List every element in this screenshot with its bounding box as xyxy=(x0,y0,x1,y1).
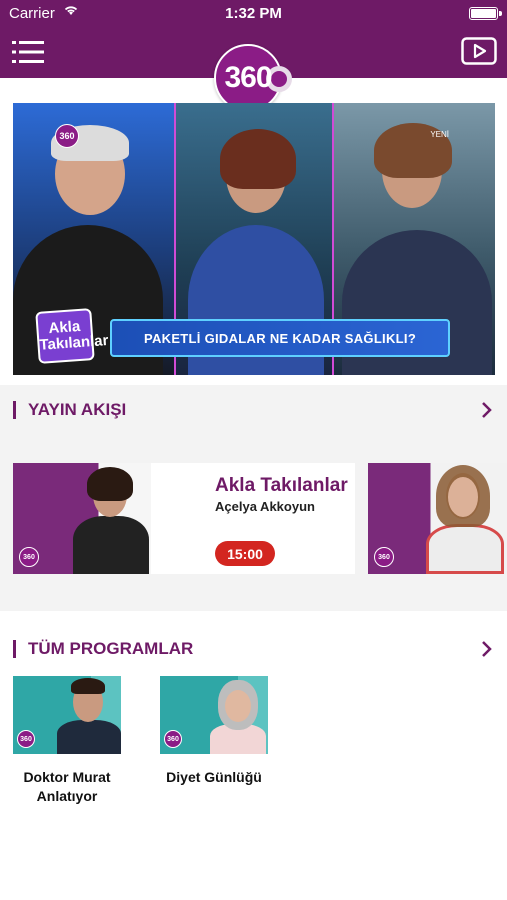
program-item[interactable]: 360 Diyet Günlüğü xyxy=(160,676,296,787)
schedule-card-next-badge: 360 xyxy=(374,547,394,567)
hero-corner-text: YENİ xyxy=(430,130,449,139)
section-accent-bar xyxy=(13,640,16,658)
schedule-card-next-thumbnail: 360 xyxy=(368,463,507,574)
hero-channel-badge: 360 xyxy=(55,124,79,148)
chevron-right-icon[interactable] xyxy=(480,399,494,421)
programs-header[interactable]: TÜM PROGRAMLAR xyxy=(13,638,494,660)
channel-logo[interactable]: 360 xyxy=(214,44,292,112)
hamburger-menu-icon[interactable] xyxy=(12,40,44,64)
schedule-show-title: Akla Takılanlar xyxy=(215,475,348,496)
program-badge: 360 xyxy=(164,730,182,748)
schedule-card-badge: 360 xyxy=(19,547,39,567)
hero-caption: PAKETLİ GIDALAR NE KADAR SAĞLIKLI? xyxy=(110,319,450,357)
schedule-title: YAYIN AKIŞI xyxy=(28,400,127,419)
program-badge: 360 xyxy=(17,730,35,748)
logo-text: 360 xyxy=(224,61,272,94)
hero-video[interactable]: 360 YENİ Akla Takılanlar PAKETLİ GIDALAR… xyxy=(13,103,495,375)
programs-title: TÜM PROGRAMLAR xyxy=(28,639,194,658)
schedule-time-badge: 15:00 xyxy=(215,541,275,566)
schedule-card-thumbnail: 360 xyxy=(13,463,151,574)
clock: 1:32 PM xyxy=(225,5,282,22)
program-thumbnail: 360 xyxy=(160,676,268,754)
schedule-header[interactable]: YAYIN AKIŞI xyxy=(13,399,494,421)
program-thumbnail: 360 xyxy=(13,676,121,754)
schedule-show-host: Açelya Akkoyun xyxy=(215,499,315,514)
program-name: Doktor Murat Anlatıyor xyxy=(23,769,111,804)
chevron-right-icon[interactable] xyxy=(480,638,494,660)
schedule-card[interactable]: 360 Akla Takılanlar Açelya Akkoyun 15:00 xyxy=(13,463,355,574)
status-bar: Carrier 1:32 PM xyxy=(0,0,507,28)
schedule-card-next[interactable]: 360 xyxy=(368,463,507,574)
program-name: Diyet Günlüğü xyxy=(166,769,262,785)
program-item[interactable]: 360 Doktor Murat Anlatıyor xyxy=(13,676,149,806)
hero-show-logo: Akla Takılanlar xyxy=(35,308,109,364)
battery-icon xyxy=(469,7,502,20)
section-accent-bar xyxy=(13,401,16,419)
play-video-icon[interactable] xyxy=(461,37,497,65)
